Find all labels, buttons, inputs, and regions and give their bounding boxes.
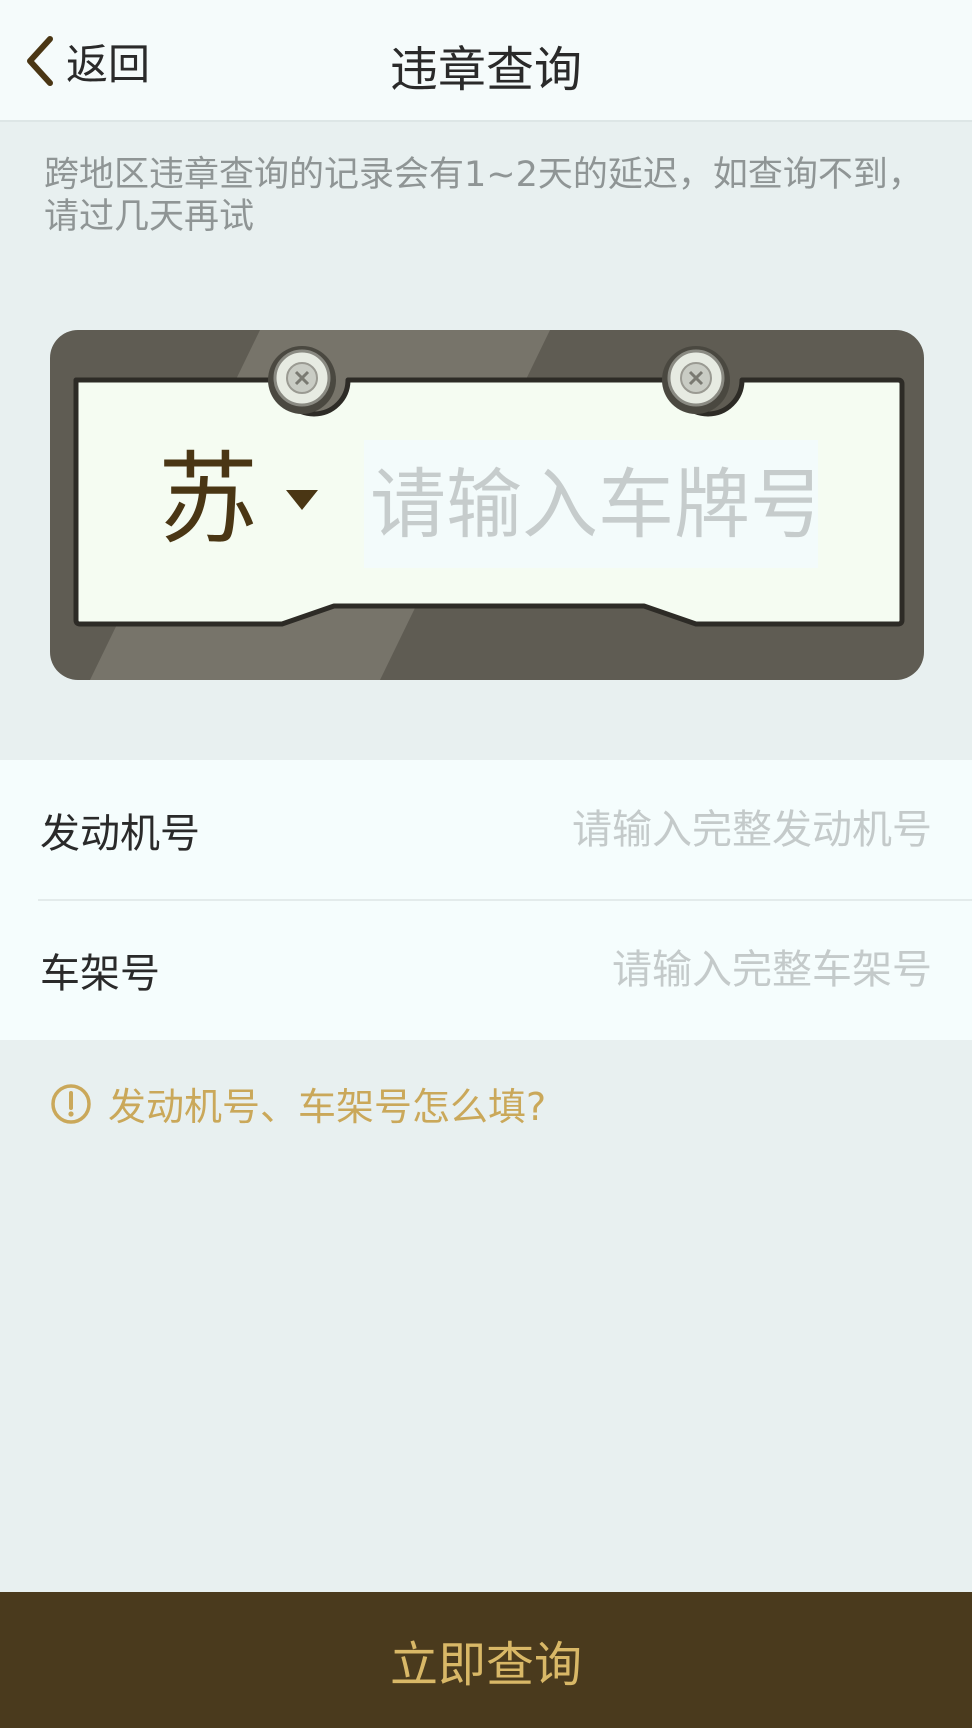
page-title: 违章查询 — [389, 42, 582, 98]
info-icon — [50, 1083, 92, 1125]
query-button[interactable]: 立即查询 — [0, 1592, 972, 1728]
vehicle-info-form: 发动机号 车架号 — [0, 760, 972, 1040]
engine-number-input[interactable] — [410, 789, 934, 871]
delay-notice: 跨地区违章查询的记录会有1~2天的延迟，如查询不到，请过几天再试 — [44, 155, 923, 237]
help-text: 发动机号、车架号怎么填? — [108, 1085, 547, 1129]
caret-down-icon — [286, 490, 318, 510]
province-selector[interactable]: 苏 — [158, 450, 318, 550]
plate-number-input[interactable] — [364, 440, 818, 568]
help-link[interactable]: 发动机号、车架号怎么填? — [50, 1076, 546, 1131]
frame-number-row: 车架号 — [0, 900, 972, 1040]
screw-icon — [268, 346, 336, 414]
app-header: 返回 违章查询 — [0, 0, 972, 122]
frame-number-label: 车架号 — [40, 951, 160, 997]
province-label: 苏 — [158, 441, 258, 558]
screw-icon — [662, 346, 730, 414]
engine-number-label: 发动机号 — [40, 811, 200, 857]
license-plate: 苏 — [50, 330, 924, 680]
frame-number-input[interactable] — [410, 929, 934, 1011]
engine-number-row: 发动机号 — [0, 760, 972, 900]
